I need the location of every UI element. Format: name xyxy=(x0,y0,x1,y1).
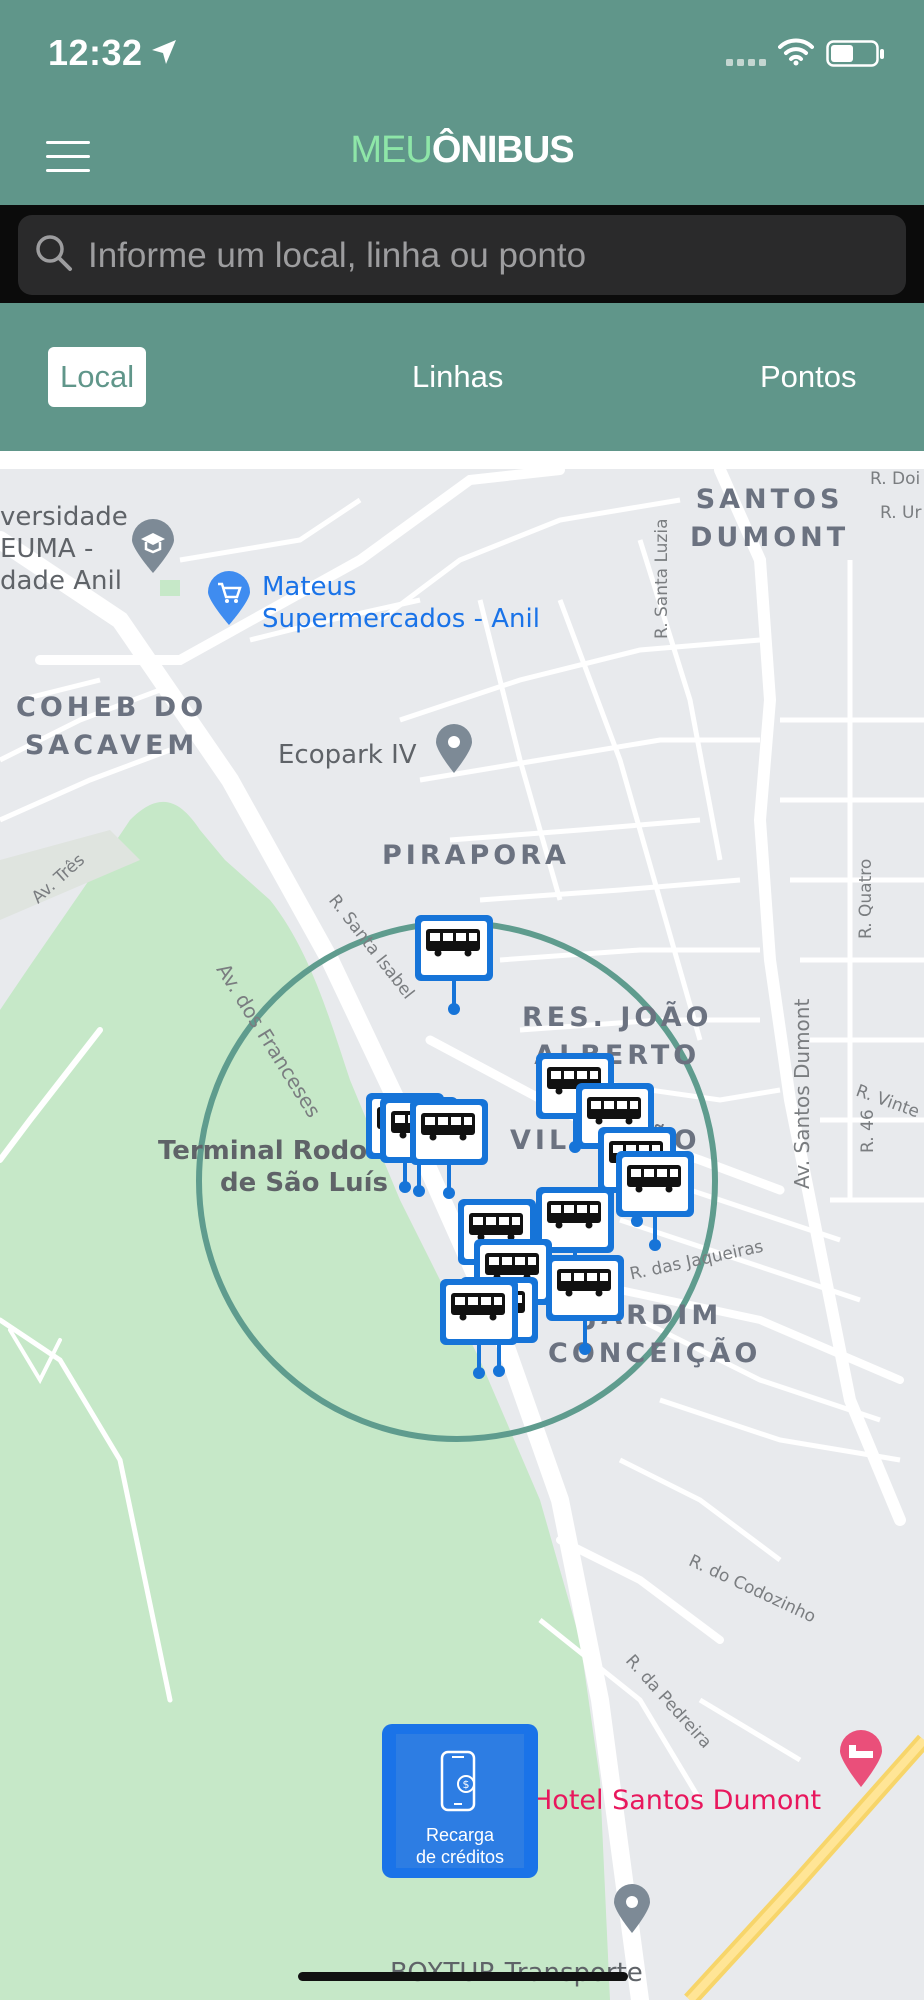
svg-text:$: $ xyxy=(463,1778,470,1791)
phone-money-icon: $ xyxy=(440,1750,476,1812)
app-logo: MEUÔNIBUS xyxy=(350,129,574,171)
tab-pontos[interactable]: Pontos xyxy=(760,347,857,407)
status-bar: 12:32 xyxy=(0,0,924,105)
street-label: R. Ur xyxy=(880,503,922,523)
poi-label: Mateus Supermercados - Anil xyxy=(262,572,540,634)
home-indicator xyxy=(298,1972,628,1981)
app-bar: MEUÔNIBUS xyxy=(0,105,924,205)
tab-linhas[interactable]: Linhas xyxy=(412,347,503,407)
street-label: R. Doi xyxy=(870,469,921,489)
bus-icon xyxy=(547,1201,601,1229)
bus-stop-marker[interactable] xyxy=(616,1151,694,1251)
search-box[interactable] xyxy=(18,215,906,297)
location-arrow-icon xyxy=(152,40,176,64)
map-pin-icon[interactable] xyxy=(612,1883,652,1935)
status-time: 12:32 xyxy=(48,32,143,73)
tab-local[interactable]: Local xyxy=(48,347,147,407)
neighborhood-label: SANTOS DUMONT xyxy=(690,484,850,553)
university-marker-icon[interactable] xyxy=(130,519,176,575)
bus-stop-marker[interactable] xyxy=(440,1279,518,1379)
bus-icon xyxy=(421,1113,475,1141)
search-icon xyxy=(36,235,72,271)
street-label: R. Quatro xyxy=(856,858,876,939)
search-bar xyxy=(0,205,924,303)
shopping-cart-marker-icon[interactable] xyxy=(206,571,252,627)
bus-icon xyxy=(557,1269,611,1297)
poi-label: versidade EUMA - dade Anil xyxy=(0,502,128,596)
battery-icon xyxy=(826,40,884,67)
divider xyxy=(0,451,924,469)
bus-stop-marker[interactable] xyxy=(410,1099,488,1199)
recharge-label-line2: de créditos xyxy=(415,1847,505,1867)
signal-icon xyxy=(726,59,766,66)
bus-icon xyxy=(426,929,480,957)
street-label: R. Santa Luzia xyxy=(652,518,672,640)
poi-label: Ecopark IV xyxy=(278,740,417,770)
poi-label: Hotel Santos Dumont xyxy=(532,1785,822,1816)
recharge-label-line1: Recarga xyxy=(425,1825,495,1845)
street-label: R. 46 xyxy=(858,1109,878,1153)
bus-stop-marker[interactable] xyxy=(415,915,493,1015)
bus-icon xyxy=(451,1293,505,1321)
mode-tabs: Local Linhas Pontos xyxy=(0,303,924,451)
neighborhood-label: COHEB DO SACAVEM xyxy=(16,692,208,761)
wifi-icon xyxy=(778,38,814,66)
street-label: Av. Santos Dumont xyxy=(790,998,814,1189)
search-input[interactable] xyxy=(86,215,890,297)
recharge-credits-button[interactable]: $ Recarga de créditos xyxy=(382,1724,538,1878)
neighborhood-label: PIRAPORA xyxy=(382,840,570,871)
bus-stop-marker[interactable] xyxy=(546,1255,624,1355)
bus-icon xyxy=(587,1097,641,1125)
hotel-marker-icon[interactable] xyxy=(838,1729,884,1789)
bus-icon xyxy=(627,1165,681,1193)
map-pin-icon[interactable] xyxy=(434,723,474,775)
bus-icon xyxy=(469,1213,523,1241)
